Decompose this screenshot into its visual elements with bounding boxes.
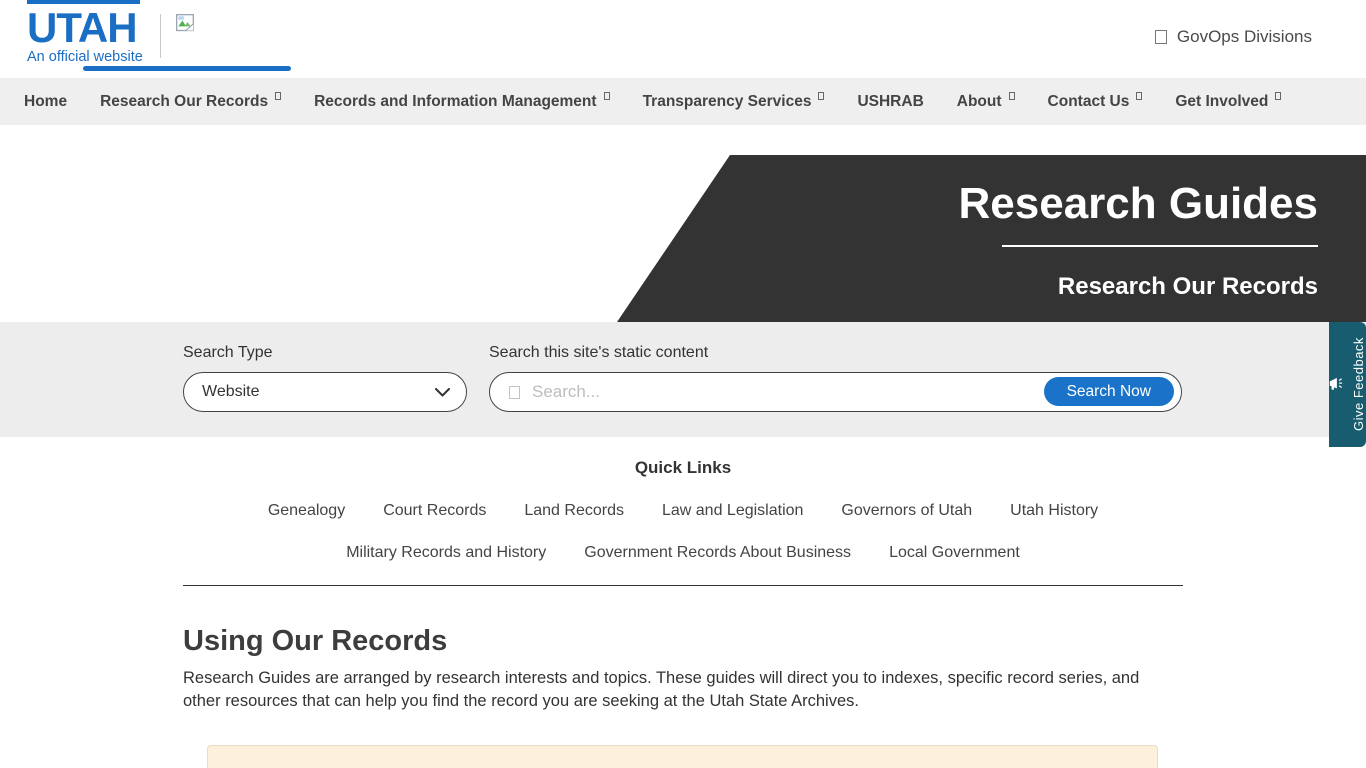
dropdown-indicator-icon xyxy=(604,92,610,100)
link-court-records[interactable]: Court Records xyxy=(383,502,486,520)
chevron-down-icon xyxy=(435,388,450,397)
search-field-wrapper: Search Now xyxy=(489,372,1182,412)
utah-logo[interactable]: UTAH An official website xyxy=(27,8,151,66)
nav-label: Transparency Services xyxy=(643,93,812,110)
search-bar-section: Search Type Website Search this site's s… xyxy=(0,322,1366,437)
link-land-records[interactable]: Land Records xyxy=(524,502,624,520)
nav-item-home[interactable]: Home xyxy=(24,93,67,111)
dropdown-indicator-icon xyxy=(275,92,281,100)
link-law-and-legislation[interactable]: Law and Legislation xyxy=(662,502,803,520)
nav-item-ushrab[interactable]: USHRAB xyxy=(857,93,923,111)
main-content: Using Our Records Research Guides are ar… xyxy=(183,625,1151,768)
hero-banner: Research Guides Research Our Records xyxy=(0,155,1366,322)
banner-breadcrumb: Research Our Records xyxy=(698,273,1318,301)
search-input-column: Search this site's static content Search… xyxy=(489,344,1182,412)
search-type-column: Search Type Website xyxy=(183,344,467,412)
link-governors-of-utah[interactable]: Governors of Utah xyxy=(841,502,972,520)
logo-divider xyxy=(160,14,161,58)
section-description: Research Guides are arranged by research… xyxy=(183,667,1151,713)
dropdown-indicator-icon xyxy=(1009,92,1015,100)
nav-label: USHRAB xyxy=(857,93,923,110)
utah-logo-subtitle: An official website xyxy=(27,49,151,65)
broken-image-icon xyxy=(175,13,195,38)
nav-label: About xyxy=(957,93,1002,110)
active-tab-indicator xyxy=(83,66,291,71)
nav-item-research-our-records[interactable]: Research Our Records xyxy=(100,92,281,111)
nav-label: Contact Us xyxy=(1048,93,1130,110)
nav-label: Get Involved xyxy=(1175,93,1268,110)
link-genealogy[interactable]: Genealogy xyxy=(268,502,345,520)
give-feedback-tab[interactable]: Give Feedback xyxy=(1329,322,1366,447)
quick-links-row-2: Military Records and History Government … xyxy=(0,544,1366,562)
dropdown-indicator-icon xyxy=(1136,92,1142,100)
search-type-label: Search Type xyxy=(183,344,467,362)
search-type-select[interactable]: Website xyxy=(183,372,467,412)
banner-divider-line xyxy=(1002,245,1318,247)
nav-item-contact-us[interactable]: Contact Us xyxy=(1048,92,1143,111)
utah-logo-wordmark: UTAH xyxy=(27,8,151,48)
govops-divisions-button[interactable]: GovOps Divisions xyxy=(1155,27,1312,47)
link-local-government[interactable]: Local Government xyxy=(889,544,1020,562)
search-icon xyxy=(509,386,520,399)
section-heading: Using Our Records xyxy=(183,625,1151,658)
nav-item-about[interactable]: About xyxy=(957,92,1015,111)
link-military-records-and-history[interactable]: Military Records and History xyxy=(346,544,546,562)
nav-label: Home xyxy=(24,93,67,110)
main-nav: Home Research Our Records Records and In… xyxy=(0,78,1366,125)
logo-top-bar xyxy=(27,0,140,4)
quick-links-divider xyxy=(183,585,1183,586)
quick-links-row-1: Genealogy Court Records Land Records Law… xyxy=(0,502,1366,520)
search-content-label: Search this site's static content xyxy=(489,344,1182,362)
grid-apps-icon xyxy=(1155,30,1167,44)
nav-item-records-information-management[interactable]: Records and Information Management xyxy=(314,92,609,111)
nav-label: Records and Information Management xyxy=(314,93,596,110)
link-utah-history[interactable]: Utah History xyxy=(1010,502,1098,520)
notice-box xyxy=(207,745,1158,768)
search-type-selected-value: Website xyxy=(202,383,260,401)
give-feedback-label: Give Feedback xyxy=(1351,338,1366,432)
page-title: Research Guides xyxy=(698,179,1318,229)
search-now-button[interactable]: Search Now xyxy=(1044,377,1174,406)
quick-links-section: Quick Links Genealogy Court Records Land… xyxy=(0,437,1366,586)
nav-item-transparency-services[interactable]: Transparency Services xyxy=(643,92,825,111)
header-banner-gap xyxy=(0,125,1366,155)
quick-links-title: Quick Links xyxy=(0,458,1366,478)
dropdown-indicator-icon xyxy=(818,92,824,100)
banner-content: Research Guides Research Our Records xyxy=(698,155,1318,301)
dropdown-indicator-icon xyxy=(1275,92,1281,100)
megaphone-icon xyxy=(1329,377,1343,393)
nav-label: Research Our Records xyxy=(100,93,268,110)
govops-divisions-label: GovOps Divisions xyxy=(1177,27,1312,47)
nav-item-get-involved[interactable]: Get Involved xyxy=(1175,92,1281,111)
link-government-records-about-business[interactable]: Government Records About Business xyxy=(584,544,851,562)
